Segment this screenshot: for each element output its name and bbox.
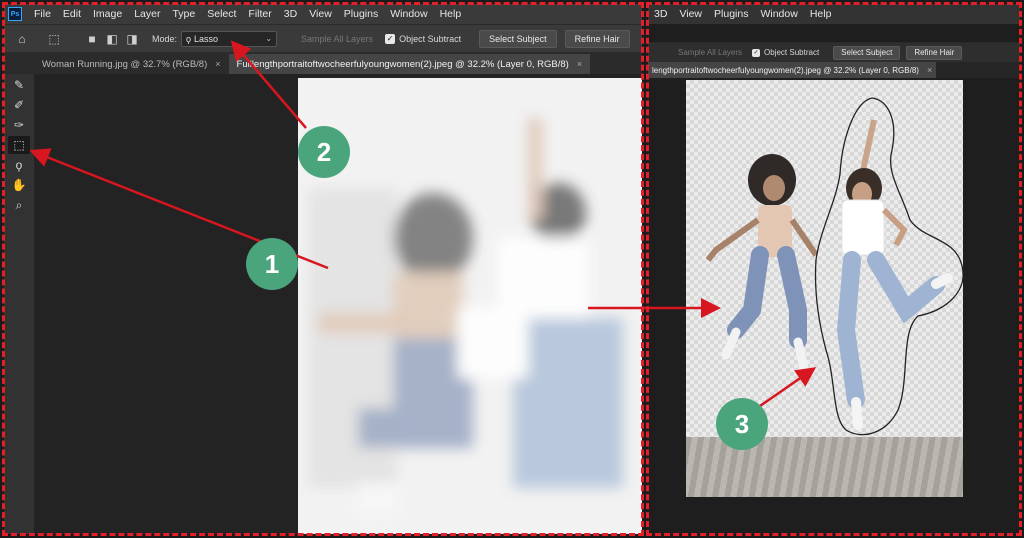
tab-label: Fulllengthportraitoftwocheerfulyoungwome… bbox=[236, 58, 569, 70]
document-canvas[interactable] bbox=[298, 78, 642, 534]
menu-help[interactable]: Help bbox=[804, 8, 838, 20]
menu-file[interactable]: File bbox=[28, 8, 57, 20]
document-tabs: Woman Running.jpg @ 32.7% (RGB/8) × Full… bbox=[4, 52, 642, 74]
object-subtract-label: Object Subtract bbox=[399, 33, 462, 44]
menu-plugins[interactable]: Plugins bbox=[708, 8, 754, 20]
menu-3d[interactable]: 3D bbox=[278, 8, 303, 20]
new-selection-icon[interactable]: ■ bbox=[84, 31, 100, 47]
menu-window[interactable]: Window bbox=[384, 8, 433, 20]
hand-icon[interactable]: ✋ bbox=[8, 176, 30, 194]
select-subject-button[interactable]: Select Subject bbox=[479, 29, 557, 48]
tab-woman-running[interactable]: Woman Running.jpg @ 32.7% (RGB/8) × bbox=[34, 54, 229, 74]
menu-select[interactable]: Select bbox=[201, 8, 242, 20]
menu-layer[interactable]: Layer bbox=[128, 8, 166, 20]
close-icon[interactable]: × bbox=[577, 59, 582, 69]
sample-all-layers-label[interactable]: Sample All Layers bbox=[301, 34, 373, 44]
document-tabs-cropped: lengthportraitoftwocheerfulyoungwomen(2)… bbox=[648, 62, 1020, 78]
object-selection-preset-icon[interactable]: ⬚ bbox=[46, 31, 62, 47]
refine-hair-button[interactable]: Refine Hair bbox=[564, 29, 630, 48]
menu-window[interactable]: Window bbox=[754, 8, 803, 20]
menu-edit[interactable]: Edit bbox=[57, 8, 87, 20]
chevron-down-icon: ⌄ bbox=[265, 34, 273, 43]
lasso-icon[interactable]: ϙ bbox=[8, 156, 30, 174]
mode-label: Mode: bbox=[152, 33, 178, 44]
object-subtract-checkbox[interactable]: ✓ Object Subtract bbox=[752, 48, 819, 57]
close-icon[interactable]: × bbox=[927, 65, 932, 75]
checkmark-icon: ✓ bbox=[385, 33, 396, 44]
options-bar: ⌂ ⬚ ■ ◧ ◨ Mode: ϙ Lasso ⌄ Sample All Lay… bbox=[4, 24, 642, 52]
object-subtract-checkbox[interactable]: ✓ Object Subtract bbox=[385, 33, 462, 44]
options-bar-cropped: Sample All Layers ✓ Object Subtract Sele… bbox=[648, 42, 1020, 62]
close-icon[interactable]: × bbox=[215, 59, 220, 69]
left-photoshop-window: Ps File Edit Image Layer Type Select Fil… bbox=[4, 4, 642, 534]
brush-minus-icon[interactable]: ✑ bbox=[8, 116, 30, 134]
photoshop-logo-icon: Ps bbox=[8, 7, 22, 21]
blurred-photo-image bbox=[298, 78, 642, 534]
menu-bar-cropped: 3D View Plugins Window Help bbox=[648, 4, 1020, 24]
menu-view[interactable]: View bbox=[673, 8, 708, 20]
tab-label: lengthportraitoftwocheerfulyoungwomen(2)… bbox=[652, 65, 919, 75]
sample-all-layers-label[interactable]: Sample All Layers bbox=[678, 48, 742, 57]
add-selection-icon[interactable]: ◧ bbox=[104, 31, 120, 47]
object-subtract-label: Object Subtract bbox=[764, 48, 820, 57]
annotation-badge-3: 3 bbox=[716, 398, 768, 450]
brush-plus-icon[interactable]: ✐ bbox=[8, 96, 30, 114]
mode-value: Lasso bbox=[194, 33, 219, 44]
refine-hair-button[interactable]: Refine Hair bbox=[906, 45, 963, 60]
annotation-badge-1: 1 bbox=[246, 238, 298, 290]
tab-two-women[interactable]: lengthportraitoftwocheerfulyoungwomen(2)… bbox=[648, 62, 937, 78]
home-icon[interactable]: ⌂ bbox=[14, 31, 30, 47]
zoom-icon[interactable]: ⌕ bbox=[8, 196, 30, 214]
menu-bar: Ps File Edit Image Layer Type Select Fil… bbox=[4, 4, 642, 24]
menu-filter[interactable]: Filter bbox=[242, 8, 277, 20]
object-selection-icon[interactable]: ⬚ bbox=[8, 136, 30, 154]
tab-two-women[interactable]: Fulllengthportraitoftwocheerfulyoungwome… bbox=[228, 54, 591, 74]
tab-label: Woman Running.jpg @ 32.7% (RGB/8) bbox=[42, 58, 208, 70]
right-photoshop-window: 3D View Plugins Window Help Sample All L… bbox=[648, 4, 1020, 534]
menu-3d[interactable]: 3D bbox=[648, 8, 673, 20]
mode-select[interactable]: ϙ Lasso ⌄ bbox=[181, 30, 278, 47]
menu-type[interactable]: Type bbox=[166, 8, 201, 20]
menu-image[interactable]: Image bbox=[87, 8, 128, 20]
lasso-small-icon: ϙ bbox=[186, 33, 192, 44]
annotation-badge-2: 2 bbox=[298, 126, 350, 178]
menu-plugins[interactable]: Plugins bbox=[338, 8, 384, 20]
select-subject-button[interactable]: Select Subject bbox=[833, 45, 901, 60]
menu-help[interactable]: Help bbox=[434, 8, 468, 20]
brush-icon[interactable]: ✎ bbox=[8, 76, 30, 94]
tools-panel: ✎ ✐ ✑ ⬚ ϙ ✋ ⌕ bbox=[4, 74, 34, 534]
checkmark-icon: ✓ bbox=[752, 48, 761, 57]
menu-view[interactable]: View bbox=[303, 8, 338, 20]
subtract-selection-icon[interactable]: ◨ bbox=[124, 31, 140, 47]
